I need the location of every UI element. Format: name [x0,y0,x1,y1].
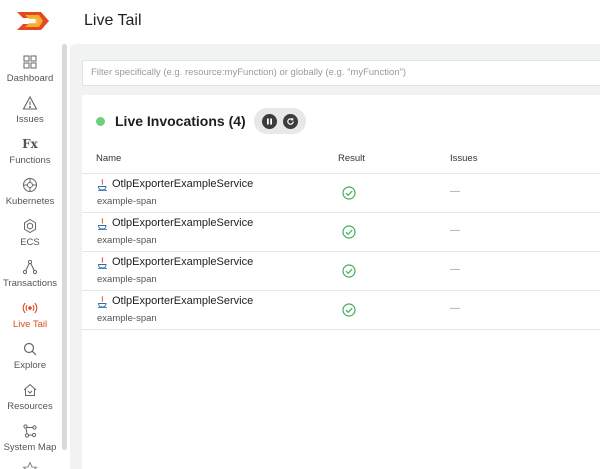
ecs-icon [24,218,36,234]
java-icon [98,179,107,191]
sidebar-item-label: Live Tail [12,319,48,330]
check-circle-icon [342,303,356,317]
live-invocations-panel: Live Invocations (4) Name Result Issues … [82,95,600,469]
service-name: OtlpExporterExampleService [112,178,254,190]
span-name: example-span [97,274,157,285]
issues-value: — [450,264,460,275]
search-icon [23,342,37,356]
pause-button[interactable] [261,113,277,129]
sidebar-item-label: Explore [13,360,47,371]
column-header-issues[interactable]: Issues [450,153,477,164]
sidebar-item-live-tail[interactable]: Live Tail [0,300,60,330]
span-name: example-span [97,196,157,207]
sidebar-item-functions[interactable]: Fx Functions [0,136,60,166]
table-row[interactable]: OtlpExporterExampleService example-span … [82,174,600,213]
service-name: OtlpExporterExampleService [112,256,254,268]
app-logo[interactable] [15,10,55,32]
sidebar-item-transactions[interactable]: Transactions [0,259,60,289]
refresh-button[interactable] [282,113,298,129]
warning-icon [22,95,38,110]
sidebar-item-resources[interactable]: Resources [0,382,60,412]
check-circle-icon [342,264,356,278]
span-name: example-span [97,235,157,246]
page-title: Live Tail [84,12,142,29]
issues-value: — [450,186,460,197]
check-circle-icon [342,186,356,200]
functions-icon: Fx [22,137,38,151]
java-icon [98,218,107,230]
panel-header: Live Invocations (4) [96,108,306,134]
sidebar-item-more[interactable] [0,461,60,469]
pause-icon [266,118,272,124]
sidebar-item-kubernetes[interactable]: Kubernetes [0,177,60,207]
java-icon [98,257,107,269]
resources-icon [23,383,37,396]
transactions-icon [22,259,38,275]
span-name: example-span [97,313,157,324]
sidebar-item-explore[interactable]: Explore [0,341,60,371]
sidebar-item-label: Transactions [2,278,58,289]
service-name: OtlpExporterExampleService [112,295,254,307]
issues-value: — [450,303,460,314]
column-header-result[interactable]: Result [338,153,365,164]
sidebar-item-system-map[interactable]: System Map [0,423,60,453]
table-row[interactable]: OtlpExporterExampleService example-span … [82,291,600,330]
issues-value: — [450,225,460,236]
filter-input[interactable]: Filter specifically (e.g. resource:myFun… [82,60,600,86]
sidebar-item-label: Functions [9,155,51,166]
main-content: Filter specifically (e.g. resource:myFun… [70,44,600,469]
live-status-indicator [96,116,105,126]
sidebar-item-label: System Map [3,442,57,453]
check-circle-icon [342,225,356,239]
sidebar-scrollbar[interactable] [62,44,67,450]
sidebar: Dashboard Issues Fx Functions Kubernetes… [0,44,60,469]
table-row[interactable]: OtlpExporterExampleService example-span … [82,213,600,252]
star-icon [22,461,38,469]
sidebar-item-label: Issues [16,114,44,125]
refresh-icon [286,117,294,125]
table-row[interactable]: OtlpExporterExampleService example-span … [82,252,600,291]
panel-title: Live Invocations (4) [115,113,246,129]
sidebar-item-dashboard[interactable]: Dashboard [0,54,60,84]
sidebar-item-label: Kubernetes [5,196,55,207]
system-map-icon [23,424,37,438]
sidebar-item-label: Resources [7,401,53,412]
sidebar-item-ecs[interactable]: ECS [0,218,60,248]
sidebar-item-issues[interactable]: Issues [0,95,60,125]
sidebar-item-label: Dashboard [6,73,54,84]
column-header-name[interactable]: Name [96,153,121,164]
dashboard-icon [23,55,37,69]
kubernetes-icon [23,178,37,192]
java-icon [98,296,107,308]
stream-controls [253,108,306,134]
sidebar-item-label: ECS [20,237,40,248]
service-name: OtlpExporterExampleService [112,217,254,229]
live-tail-icon [22,302,38,314]
